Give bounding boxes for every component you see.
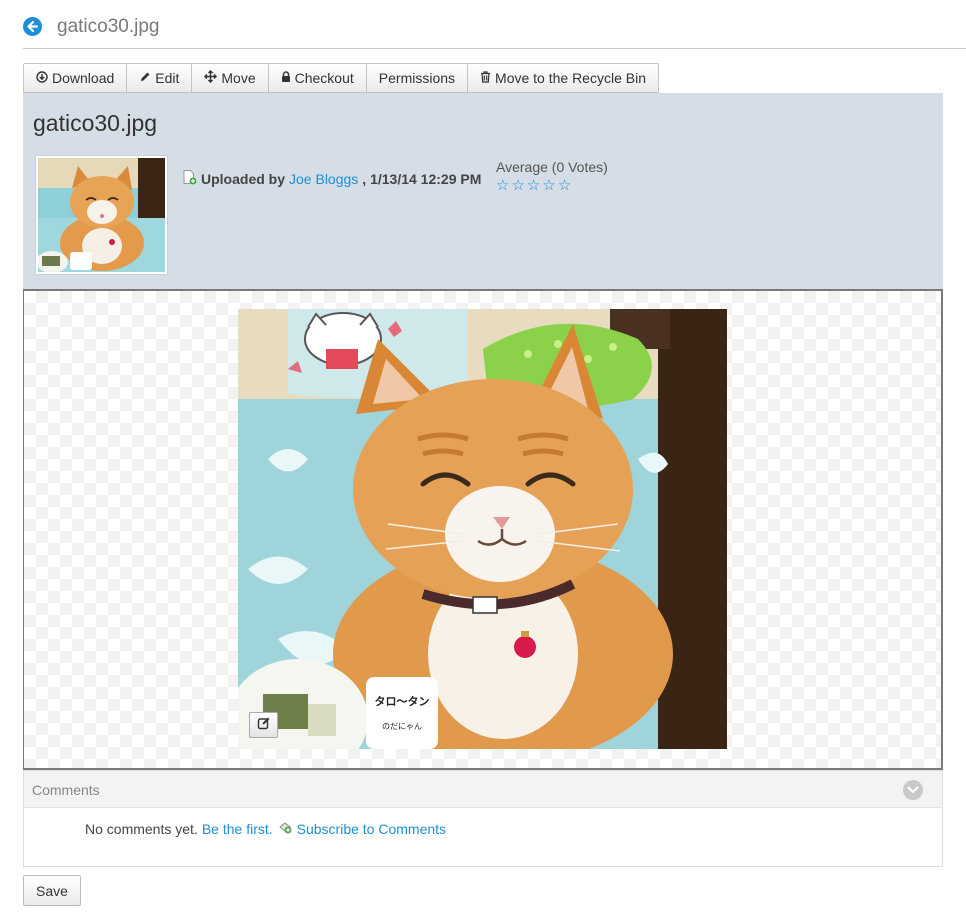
star-icon[interactable]: ☆	[511, 178, 524, 193]
upload-info: Uploaded by Joe Bloggs, 1/13/14 12:29 PM	[182, 169, 481, 188]
document-title: gatico30.jpg	[33, 110, 158, 136]
edit-image-button[interactable]	[249, 712, 278, 738]
comments-body: No comments yet. Be the first. Subscribe…	[85, 819, 446, 838]
document-toolbar: Download Edit Move Checkout Permissions …	[23, 63, 659, 93]
permissions-button[interactable]: Permissions	[366, 63, 469, 93]
edit-button[interactable]: Edit	[127, 63, 193, 93]
subscribe-icon	[277, 819, 293, 838]
move-label: Move	[221, 70, 256, 86]
subscribe-to-comments-link[interactable]: Subscribe to Comments	[297, 821, 446, 837]
star-icon[interactable]: ☆	[496, 178, 509, 193]
star-icon[interactable]: ☆	[558, 178, 571, 193]
star-rating: ☆ ☆ ☆ ☆ ☆	[496, 178, 608, 193]
trash-icon	[480, 70, 491, 86]
be-first-link[interactable]: Be the first.	[202, 821, 273, 837]
uploader-link[interactable]: Joe Bloggs	[289, 171, 358, 187]
move-button[interactable]: Move	[192, 63, 269, 93]
rating-block: Average (0 Votes) ☆ ☆ ☆ ☆ ☆	[496, 159, 608, 193]
sticker-text-line1: タロ〜タン	[375, 695, 430, 708]
back-arrow-icon[interactable]	[23, 17, 42, 36]
preview-image: タロ〜タン のだにゃん	[228, 309, 727, 779]
star-icon[interactable]: ☆	[527, 178, 540, 193]
document-add-icon	[182, 169, 197, 188]
save-button[interactable]: Save	[23, 875, 81, 906]
move-to-recycle-bin-button[interactable]: Move to the Recycle Bin	[468, 63, 659, 93]
recycle-label: Move to the Recycle Bin	[495, 70, 646, 86]
sticker-text-line2: のだにゃん	[382, 722, 422, 731]
no-comments-text: No comments yet.	[85, 820, 198, 837]
page-header: gatico30.jpg	[23, 10, 966, 49]
lock-icon	[281, 70, 291, 86]
move-icon	[204, 69, 218, 86]
upload-date: , 1/13/14 12:29 PM	[362, 170, 482, 187]
document-info-panel: gatico30.jpg Uploaded by Joe Bloggs, 1/1…	[23, 93, 943, 289]
checkout-label: Checkout	[294, 70, 354, 86]
page-title: gatico30.jpg	[57, 16, 160, 37]
download-button[interactable]: Download	[23, 63, 128, 93]
checkout-button[interactable]: Checkout	[268, 63, 367, 93]
edit-label: Edit	[155, 70, 180, 86]
comments-title: Comments	[32, 782, 100, 798]
uploaded-by-label: Uploaded by	[201, 170, 286, 187]
download-label: Download	[52, 70, 115, 86]
star-icon[interactable]: ☆	[542, 178, 555, 193]
permissions-label: Permissions	[378, 70, 456, 86]
thumbnail-image[interactable]	[36, 156, 167, 274]
chevron-down-icon[interactable]	[903, 780, 923, 800]
comments-header[interactable]: Comments	[24, 771, 942, 808]
edit-icon	[257, 716, 271, 735]
cat-photo-illustration: タロ〜タン のだにゃん	[228, 309, 727, 779]
thumbnail-cat-illustration	[36, 158, 165, 273]
rating-label: Average (0 Votes)	[496, 159, 608, 175]
pencil-icon	[139, 70, 151, 86]
image-preview-area: タロ〜タン のだにゃん	[23, 289, 943, 779]
comments-panel: Comments No comments yet. Be the first. …	[23, 770, 943, 867]
download-icon	[36, 70, 48, 86]
